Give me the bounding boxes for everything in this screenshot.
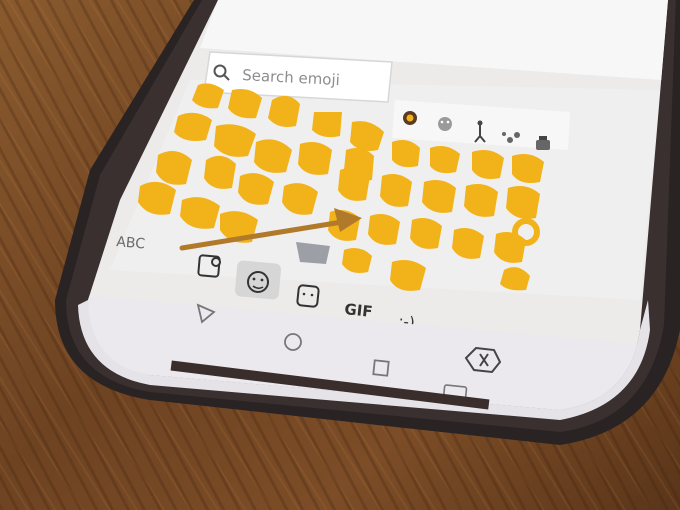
emoji-cell[interactable] <box>390 260 426 291</box>
emoji-tab-icon[interactable] <box>235 260 282 300</box>
recent-clock-icon[interactable] <box>403 111 417 125</box>
abc-key[interactable]: ABC <box>116 234 146 252</box>
phone-photo: Search emoji ABC GIF:-) <box>55 0 680 445</box>
smiley-category-icon[interactable] <box>438 117 452 131</box>
emoji-cell[interactable] <box>174 112 212 141</box>
photo-scene: Search emoji ABC GIF:-) <box>0 0 680 510</box>
gif-key[interactable]: GIF <box>344 300 374 321</box>
emoji-cell[interactable] <box>268 95 300 127</box>
emoji-cell[interactable] <box>298 142 332 175</box>
emoji-cell[interactable] <box>312 112 342 138</box>
